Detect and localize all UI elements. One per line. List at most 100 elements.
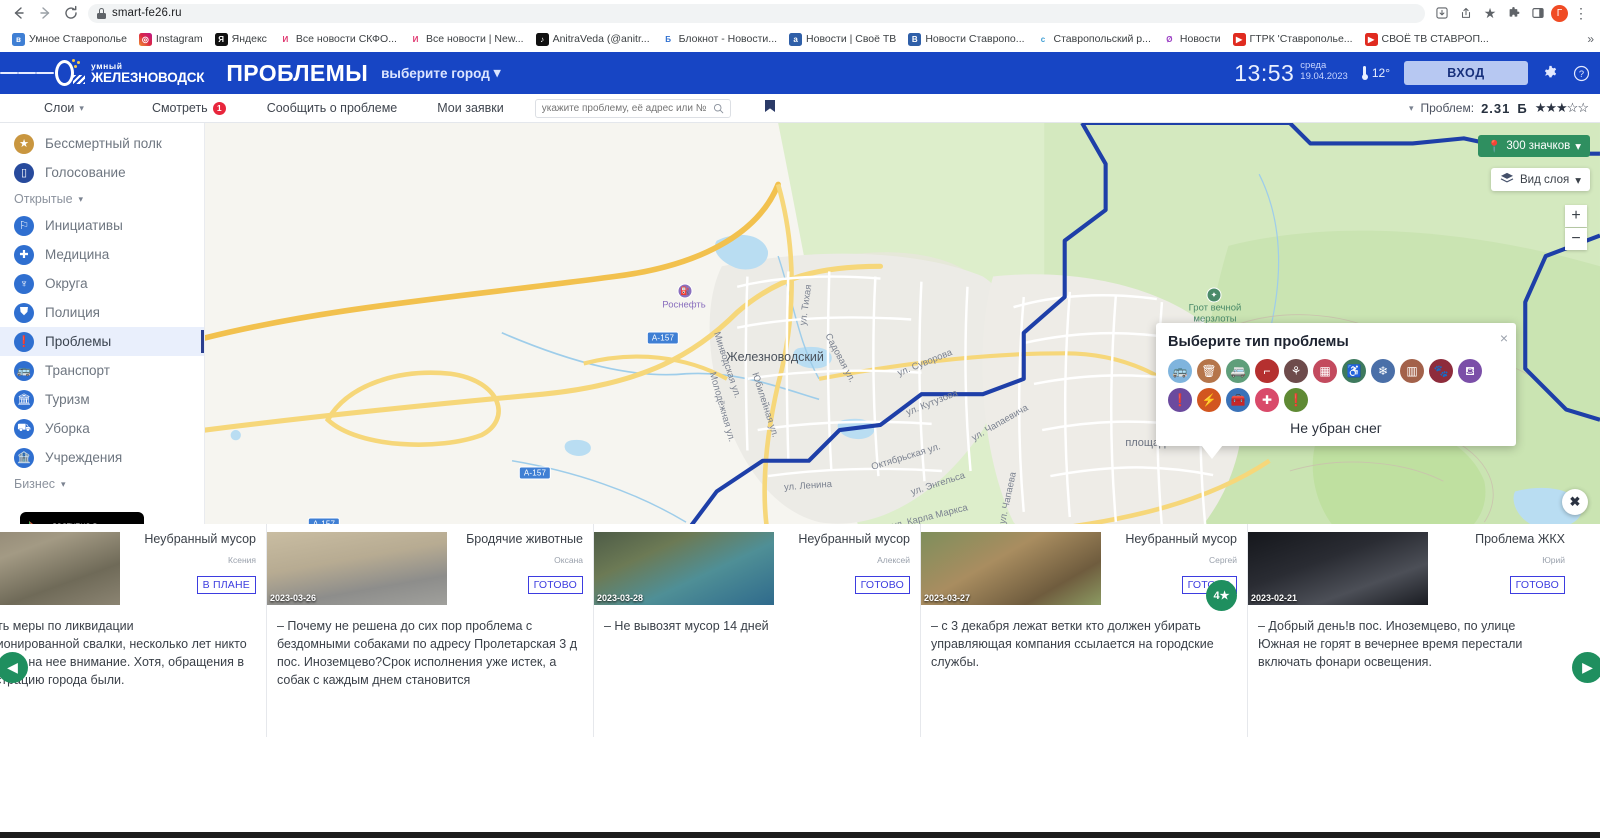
search-input[interactable] — [541, 102, 713, 114]
problem-type-hydrant-icon[interactable]: ⌐ — [1255, 359, 1279, 383]
problem-type-playground-icon[interactable]: ⛾ — [1458, 359, 1482, 383]
bookmark-item[interactable]: Ø Новости — [1157, 31, 1227, 48]
status-badge: ГОТОВО — [527, 576, 583, 594]
sidebar-item-problems[interactable]: ❗ Проблемы — [0, 327, 204, 356]
search-box[interactable] — [534, 98, 731, 118]
watch-badge: 1 — [212, 101, 226, 115]
problem-type-shovel-icon[interactable]: ⚘ — [1284, 359, 1308, 383]
omnibox-actions: ★ Г ⋮ — [1431, 2, 1594, 24]
bookmark-item[interactable]: a Новости | Своё ТВ — [783, 31, 902, 48]
problem-card[interactable]: 2023-03-27 Неубранный мусор Сергей ГОТОВ… — [921, 524, 1248, 737]
card-thumbnail[interactable] — [0, 532, 120, 605]
problem-type-trash-icon[interactable]: 🗑 — [1197, 359, 1221, 383]
problem-type-building-icon[interactable]: ▥ — [1400, 359, 1424, 383]
sidebar-item-institutions[interactable]: 🏦 Учреждения — [0, 443, 204, 472]
problem-type-power-icon[interactable]: ⚡ — [1197, 388, 1221, 412]
sidebar-item-medicine[interactable]: ✚ Медицина — [0, 240, 204, 269]
chevron-down-icon[interactable]: ▾ — [1409, 103, 1414, 114]
museum-icon: 🏛 — [14, 389, 34, 410]
card-thumbnail[interactable]: 2023-03-26 — [267, 532, 447, 605]
app-logo[interactable]: умный ЖЕЛЕЗНОВОДСК — [54, 58, 205, 88]
bookmark-item[interactable]: ♪ AnitraVeda (@anitr... — [530, 31, 656, 48]
back-button[interactable] — [6, 2, 32, 24]
bookmark-item[interactable]: И Все новости | New... — [403, 31, 530, 48]
sidebar-group-business[interactable]: Бизнес ▾ — [0, 472, 204, 496]
card-thumbnail[interactable]: 2023-03-27 — [921, 532, 1101, 605]
sidebar-item-police[interactable]: ⛊ Полиция — [0, 298, 204, 327]
hamburger-icon[interactable] — [0, 69, 54, 77]
carousel-next-button[interactable]: ▶ — [1572, 652, 1600, 683]
problem-type-road-icon[interactable]: 🚌 — [1168, 359, 1192, 383]
bookmark-item[interactable]: Я Яндекс — [209, 31, 273, 48]
install-icon[interactable] — [1431, 2, 1453, 24]
sidebar-group-business-label: Бизнес — [14, 477, 56, 491]
bookmark-item[interactable]: ▶ СВОЁ ТВ СТАВРОП... — [1359, 31, 1495, 48]
browser-menu-icon[interactable]: ⋮ — [1570, 2, 1592, 24]
problem-card[interactable]: 2023-03-28 Неубранный мусор Алексей ГОТО… — [594, 524, 921, 737]
flag-icon[interactable] — [764, 99, 776, 117]
share-icon[interactable] — [1455, 2, 1477, 24]
search-icon[interactable] — [713, 103, 724, 114]
problem-type-accessibility-icon[interactable]: ♿ — [1342, 359, 1366, 383]
card-thumbnail[interactable]: 2023-02-21 — [1248, 532, 1428, 605]
sidebar-item-voting[interactable]: ▯ Голосование — [0, 158, 204, 187]
help-icon[interactable]: ? — [1573, 65, 1590, 82]
sidebar-item-districts[interactable]: ♆ Округа — [0, 269, 204, 298]
bookmark-item[interactable]: с Ставропольский р... — [1031, 31, 1157, 48]
problem-type-medical-icon[interactable]: ✚ — [1255, 388, 1279, 412]
bus-icon: 🚌 — [14, 360, 34, 381]
profile-avatar[interactable]: Г — [1551, 4, 1568, 22]
sidebar-group-open[interactable]: Открытые ▾ — [0, 187, 204, 211]
sidebar-item-transport[interactable]: 🚌 Транспорт — [0, 356, 204, 385]
bookmark-item[interactable]: ▶ ГТРК 'Ставрополье... — [1227, 31, 1359, 48]
vk-icon: в — [12, 32, 25, 46]
extensions-icon[interactable] — [1503, 2, 1525, 24]
problem-card[interactable]: 2023-03-26 Бродячие животные Оксана ГОТО… — [267, 524, 594, 737]
problem-type-snow-icon[interactable]: ❄ — [1371, 359, 1395, 383]
toolbar-layers[interactable]: Слои ▾ — [44, 101, 84, 115]
card-thumbnail[interactable]: 2023-03-28 — [594, 532, 774, 605]
sidebar-item-tourism[interactable]: 🏛 Туризм — [0, 385, 204, 414]
bookmark-item[interactable]: Б Блокнот - Новости... — [656, 31, 783, 48]
problem-type-other-alert-icon[interactable]: ❗ — [1284, 388, 1308, 412]
address-bar[interactable]: smart-fe26.ru — [88, 3, 1425, 23]
shield-icon: ♆ — [14, 273, 34, 294]
poi-marker-gas-station[interactable]: ⛽ — [677, 283, 693, 299]
sidebar-item-cleaning[interactable]: ⛟ Уборка — [0, 414, 204, 443]
close-icon[interactable]: × — [1500, 331, 1508, 345]
sidebar-item-immortal-regiment[interactable]: ★ Бессмертный полк — [0, 129, 204, 158]
problem-type-alert-icon[interactable]: ❗ — [1168, 388, 1192, 412]
bookmark-item[interactable]: И Все новости СКФО... — [273, 31, 403, 48]
bookmarks-overflow-icon[interactable]: » — [1587, 32, 1594, 46]
side-panel-icon[interactable] — [1527, 2, 1549, 24]
markers-count-chip[interactable]: 📍 300 значков ▾ — [1478, 135, 1590, 157]
problem-type-transport-icon[interactable]: 🚐 — [1226, 359, 1250, 383]
zoom-out-button[interactable]: − — [1565, 228, 1587, 250]
stat-label: Проблем: — [1420, 101, 1475, 115]
bookmark-star-icon[interactable]: ★ — [1479, 2, 1501, 24]
problem-card[interactable]: Неубранный мусор Ксения В ПЛАНЕ – Принят… — [0, 524, 267, 737]
bookmark-item[interactable]: B Новости Ставропо... — [902, 31, 1030, 48]
youtube-icon: ▶ — [1364, 32, 1378, 46]
problem-type-popup[interactable]: × Выберите тип проблемы 🚌 🗑 🚐 ⌐ ⚘ ▦ ♿ ❄ … — [1156, 323, 1516, 459]
toolbar-my-requests[interactable]: Мои заявки — [437, 101, 504, 115]
login-button[interactable]: ВХОД — [1404, 61, 1528, 85]
poi-marker-grotto[interactable]: ✦ — [1206, 287, 1222, 303]
gear-icon[interactable] — [1542, 65, 1559, 82]
city-selector[interactable]: выберите город ▾ — [381, 65, 500, 81]
problem-type-animals-icon[interactable]: 🐾 — [1429, 359, 1453, 383]
problem-card[interactable]: 2023-02-21 Проблема ЖКХ Юрий ГОТОВО – До… — [1248, 524, 1575, 737]
close-strip-button[interactable]: ✖ — [1562, 489, 1588, 515]
problem-type-utilities-icon[interactable]: 🧰 — [1226, 388, 1250, 412]
toolbar-watch[interactable]: Смотреть 1 — [152, 101, 226, 115]
reload-button[interactable] — [58, 2, 84, 24]
forward-button[interactable] — [32, 2, 58, 24]
layer-view-chip[interactable]: Вид слоя ▾ — [1491, 168, 1590, 191]
toolbar-report[interactable]: Сообщить о проблеме — [267, 101, 398, 115]
sidebar-item-initiatives[interactable]: ⚐ Инициативы — [0, 211, 204, 240]
zoom-in-button[interactable]: + — [1565, 205, 1587, 227]
bookmark-item[interactable]: ◎ Instagram — [133, 31, 209, 48]
problem-type-wall-icon[interactable]: ▦ — [1313, 359, 1337, 383]
bookmark-item[interactable]: в Умное Ставрополье — [6, 31, 133, 48]
rating-stars[interactable]: ★★★☆☆ — [1535, 100, 1589, 116]
